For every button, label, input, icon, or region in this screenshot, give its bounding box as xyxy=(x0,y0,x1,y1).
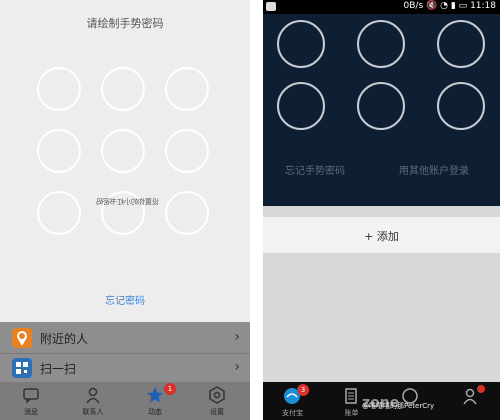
tab-contacts[interactable]: 联系人 xyxy=(62,382,124,420)
status-indicators: 0B/s 🔇 ◔ ▮ ▭ 11:18 xyxy=(404,1,496,11)
pattern-dot[interactable] xyxy=(277,20,325,68)
pattern-dot[interactable] xyxy=(101,129,145,173)
pattern-dot[interactable] xyxy=(437,20,485,68)
tab-label: 支付宝 xyxy=(282,409,303,417)
other-account-login-link[interactable]: 用其他账户登录 xyxy=(399,162,469,177)
watermark: @嘻嘻嘻的那PeterCry xyxy=(362,402,435,410)
status-bar: 0B/s 🔇 ◔ ▮ ▭ 11:18 xyxy=(263,0,500,14)
pattern-dot[interactable] xyxy=(165,67,209,111)
data-rate: 0B/s xyxy=(403,1,424,11)
left-screen: 请绘制手势密码 设置你的小红书密码 忘记密码 附近的人 › 扫一扫 › 消息 联… xyxy=(0,0,250,420)
tab-messages[interactable]: 消息 xyxy=(0,382,62,420)
pattern-dot[interactable] xyxy=(101,67,145,111)
right-screen: 0B/s 🔇 ◔ ▮ ▭ 11:18 忘记手势密码 用其他账户登录 + 添加 3… xyxy=(263,0,500,420)
gesture-title: 请绘制手势密码 xyxy=(86,17,164,30)
forgot-gesture-link[interactable]: 忘记手势密码 xyxy=(285,162,345,177)
pattern-dot[interactable] xyxy=(357,82,405,130)
notification-badge: 3 xyxy=(297,384,309,396)
battery-icon: ▭ xyxy=(458,1,468,11)
list-item-scan[interactable]: 扫一扫 › xyxy=(0,354,250,383)
tab-label: 联系人 xyxy=(82,408,104,416)
contacts-icon xyxy=(86,387,100,404)
clock: 11:18 xyxy=(470,1,496,11)
forgot-password-link[interactable]: 忘记密码 xyxy=(0,292,250,307)
pattern-dot[interactable] xyxy=(165,191,209,235)
chevron-right-icon: › xyxy=(234,359,240,375)
gear-icon xyxy=(209,386,225,404)
add-button[interactable]: + 添加 xyxy=(263,217,500,253)
tab-feed[interactable]: 1 动态 xyxy=(124,382,186,420)
notification-icon xyxy=(266,2,276,11)
tab-settings[interactable]: 设置 xyxy=(186,382,248,420)
list-item-label: 附近的人 xyxy=(40,332,89,346)
mirrored-hint: 设置你的小红书密码 xyxy=(96,198,159,206)
notification-badge: 1 xyxy=(164,383,176,395)
add-label: + 添加 xyxy=(364,230,399,243)
pattern-dot[interactable] xyxy=(165,129,209,173)
star-icon xyxy=(147,387,163,403)
tab-alipay[interactable]: 3 支付宝 xyxy=(263,382,322,420)
bottom-tab-bar: 消息 联系人 1 动态 设置 xyxy=(0,382,250,420)
bill-icon xyxy=(345,388,357,404)
chevron-right-icon: › xyxy=(234,329,240,345)
list-item-label: 扫一扫 xyxy=(40,362,77,376)
pattern-dot[interactable] xyxy=(277,82,325,130)
tab-label: 消息 xyxy=(24,408,38,416)
gesture-lock-panel xyxy=(263,14,500,206)
gesture-overlay: 请绘制手势密码 设置你的小红书密码 忘记密码 xyxy=(0,0,250,322)
signal-icon: ▮ xyxy=(450,1,456,11)
tab-label: 设置 xyxy=(210,408,224,416)
location-icon xyxy=(12,328,32,348)
list-item-nearby[interactable]: 附近的人 › xyxy=(0,324,250,354)
pattern-dot[interactable] xyxy=(357,20,405,68)
pattern-dot[interactable] xyxy=(37,191,81,235)
tab-label: 动态 xyxy=(148,408,162,416)
notification-badge xyxy=(477,385,485,393)
chat-icon xyxy=(23,388,39,404)
pattern-dot[interactable] xyxy=(437,82,485,130)
menu-list: 附近的人 › 扫一扫 › xyxy=(0,322,250,382)
wifi-icon: ◔ xyxy=(440,1,448,11)
pattern-dot[interactable] xyxy=(37,67,81,111)
tab-me[interactable] xyxy=(441,382,500,420)
mute-icon: 🔇 xyxy=(426,1,438,11)
pattern-dot[interactable] xyxy=(37,129,81,173)
qrcode-icon xyxy=(12,358,32,378)
